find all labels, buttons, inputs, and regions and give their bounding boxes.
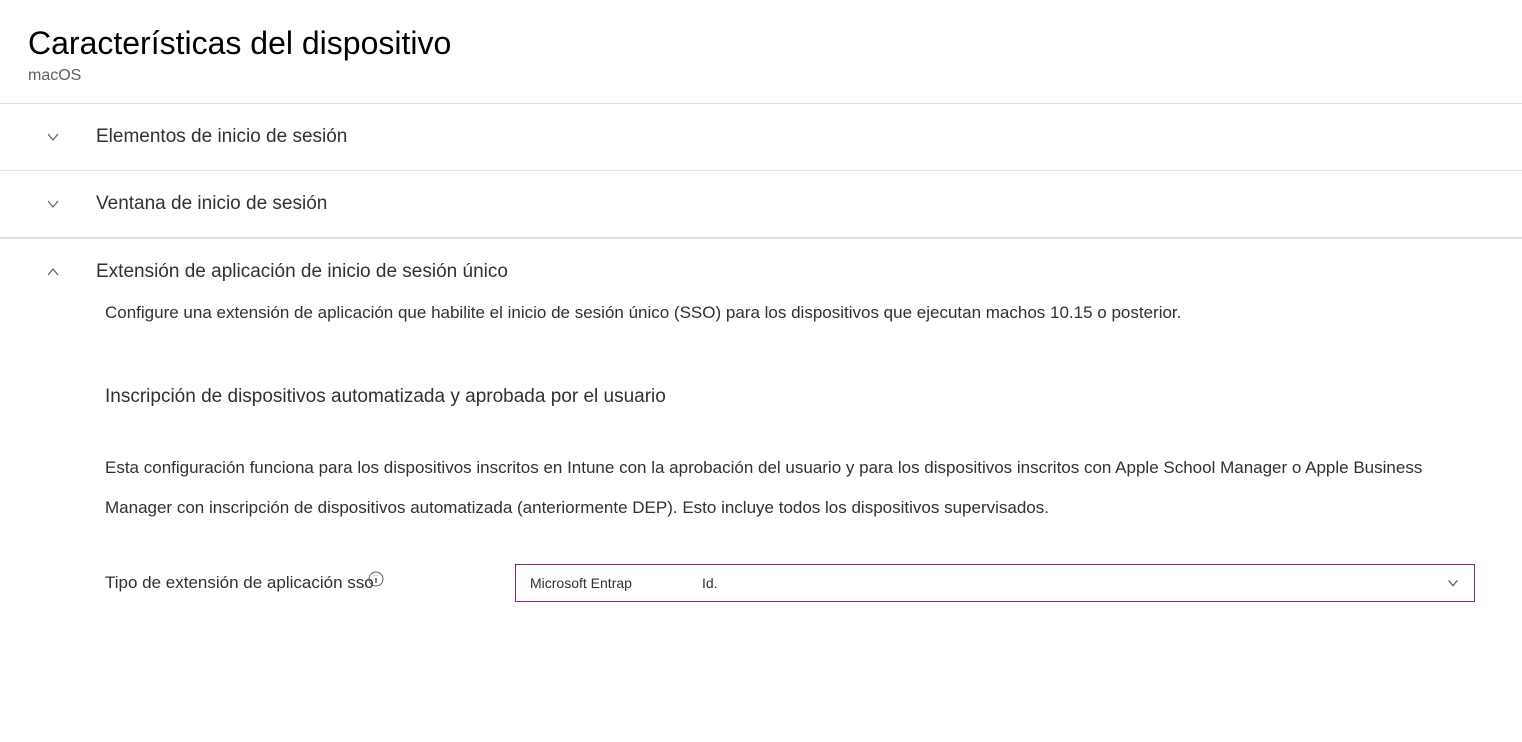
section-title-login-items: Elementos de inicio de sesión [96,126,347,148]
dropdown-row: Tipo de extensión de aplicación sso Micr… [105,564,1477,602]
section-sso-extension[interactable]: Extensión de aplicación de inicio de ses… [0,238,1522,305]
chevron-down-icon [45,129,61,145]
chevron-down-icon [1446,576,1460,590]
page-subtitle: macOS [0,67,1522,103]
chevron-up-icon [45,264,61,280]
section-login-window[interactable]: Ventana de inicio de sesión [0,170,1522,238]
subsection-heading: Inscripción de dispositivos automatizada… [105,386,1477,408]
section-login-items[interactable]: Elementos de inicio de sesión [0,103,1522,170]
section-sso-content: Configure una extensión de aplicación qu… [0,300,1522,602]
dropdown-label-wrapper: Tipo de extensión de aplicación sso [105,573,505,593]
subsection-description: Esta configuración funciona para los dis… [105,448,1477,530]
section-title-login-window: Ventana de inicio de sesión [96,193,327,215]
sso-description: Configure una extensión de aplicación qu… [105,300,1477,326]
sso-type-label: Tipo de extensión de aplicación sso [105,573,374,593]
chevron-down-icon [45,196,61,212]
page-title: Características del dispositivo [0,0,1522,67]
dropdown-value: Microsoft Entrap Id. [530,575,718,591]
info-icon[interactable] [368,571,384,587]
section-title-sso-extension: Extensión de aplicación de inicio de ses… [96,261,508,283]
sso-type-dropdown[interactable]: Microsoft Entrap Id. [515,564,1475,602]
